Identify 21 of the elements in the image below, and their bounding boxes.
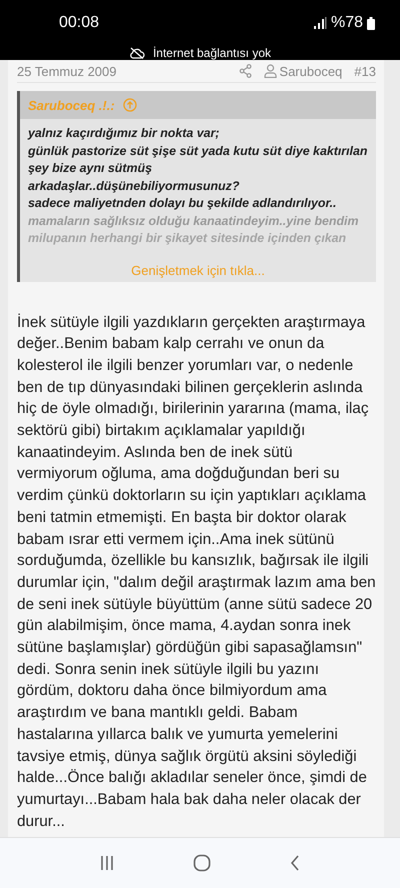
connection-notice: İnternet bağlantısı yok [152,46,272,60]
quote-author: Saruboceq .!.: [28,98,115,112]
quote-line: sadece maliyetnden dolayı bu şekilde adlandırılıyor.. [28,195,338,212]
share-icon[interactable] [239,64,252,78]
signal-icon [312,17,327,29]
back-icon[interactable] [290,855,300,871]
author-link[interactable]: Saruboceq [264,64,342,78]
battery-icon [367,16,375,30]
user-icon [264,64,278,78]
quote-line: mamaların sağlıksız olduğu kanaatindeyim..yine bendim [28,212,360,230]
battery-percent: %78 [330,14,363,32]
post-body: İnek sütüyle ilgili yazdıkların gerçekten araştırmaya değer..Benim babam kalp cerrahı ve onun da kolesterol ile ilgili benzer yorumları var, o nedenle ben de tıp dünyasındaki bilinen gerçeklerin aslında hiç de öyle olmadığı, birilerinin yararına (mama, ilaç sektörü gibi) birtakım açıklamalar yapıldığı kanaatindeyim. Aslında ben de inek sütü vermiyorum oğluma, ama doğduğundan beri su verdim çünkü doktorların su için yaptıkları açıklama beni tatmin etmemişti. En başta bir doktor olarak babam ısrar etti vermem için..Ama inek sütünü sorduğumda, özellikle bu kansızlık, bağırsak ile ilgili durumlar için, "dalım değil araştırmak lazım ama ben de seni inek sütüyle büyüttüm (anne sütü sadece 20 gün alabilmişim, önce mama, 4.aydan sonra inek sütüne başlamışlar) gördüğün gibi sapasağlamsın" dedi. Sonra senin inek sütüyle ilgili bu yazını gördüm, doktoru daha önce bilmiyordum ama araştırdım ve bana mantıklı geldi. Babam hastalarına yıllarca balık ve yumurta yemelerini tavsiye etmiş, dünya sağlık örgütü aksini söylediği halde...Önce balığı akladılar seneler önce, şimdi de yumurtayı...Babam hala bak daha neler olacak der durur... [17,312,376,832]
quote-line: milupanın herhangi bir şikayet sitesinde içinden çıkan [28,230,348,247]
recent-apps-icon[interactable] [100,855,114,871]
home-icon[interactable] [192,854,211,872]
post-number-link[interactable]: #13 [354,64,376,78]
expand-link[interactable]: Genişletmek için tıkla... [20,262,376,278]
post-date: 25 Temmuz 2009 [17,64,116,78]
clock-time: 00:08 [59,14,100,32]
quote-line: yalnız kaçırdığımız bir nokta var; [28,125,220,142]
quote-line: arkadaşlar..düşünebiliyormusunuz? [28,178,240,195]
